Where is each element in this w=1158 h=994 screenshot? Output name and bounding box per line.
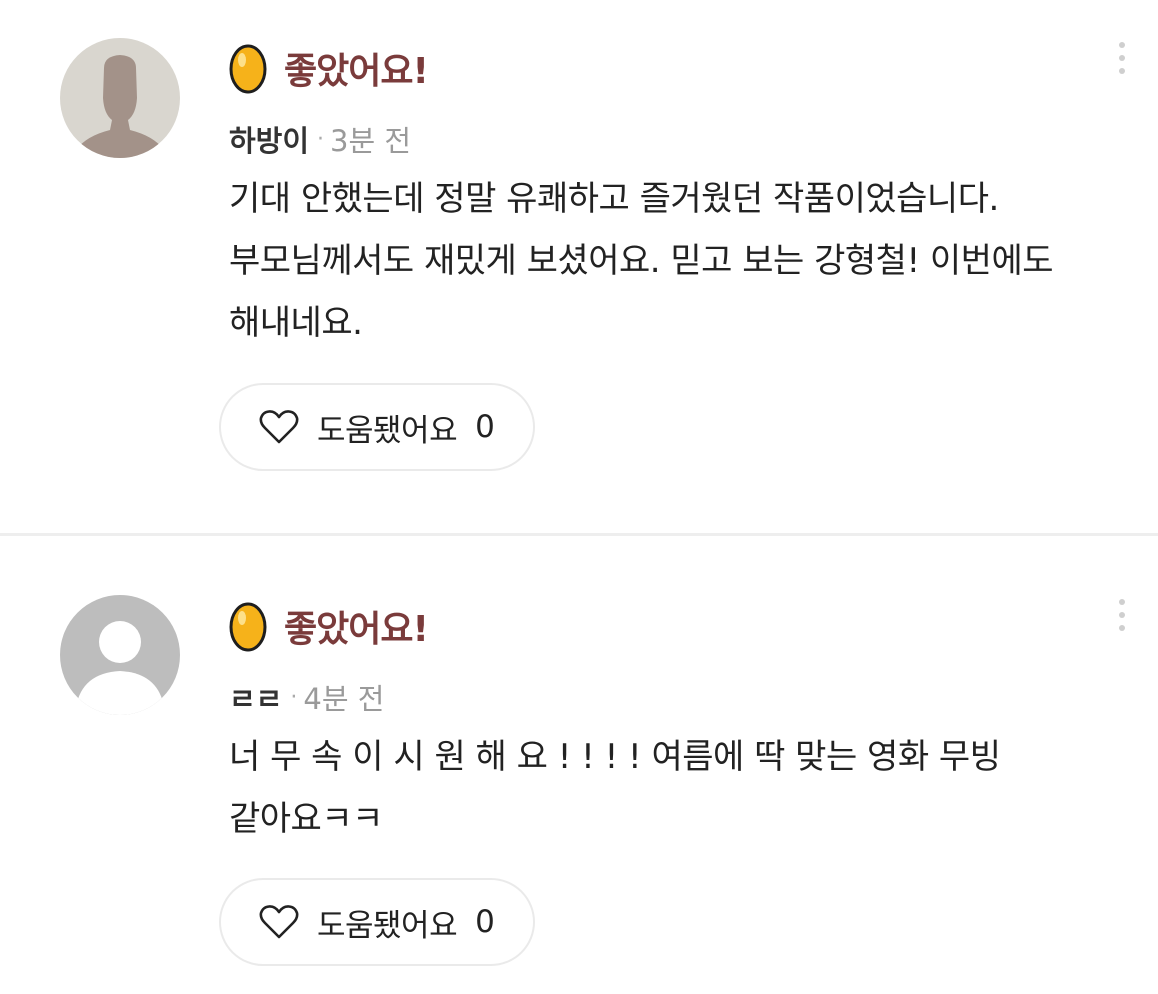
review-text: 기대 안했는데 정말 유쾌하고 즐거웠던 작품이었습니다. 부모님께서도 재밌게…: [229, 179, 1054, 343]
helpful-count: 0: [475, 904, 495, 940]
more-vertical-icon: [1119, 612, 1125, 618]
more-vertical-icon: [1119, 42, 1125, 48]
author-name[interactable]: ㄹㄹ: [229, 676, 282, 718]
default-avatar-icon: [60, 595, 180, 715]
rating-label: 좋았어요!: [284, 51, 429, 92]
author-name[interactable]: 하방이: [229, 118, 309, 160]
helpful-button[interactable]: 도움됐어요 0: [219, 878, 535, 966]
time-ago: 3분 전: [330, 124, 412, 158]
golden-egg-icon: [229, 602, 267, 652]
helpful-label: 도움됐어요: [317, 412, 458, 449]
golden-egg-icon: [229, 44, 267, 94]
meta-separator: ·: [317, 126, 325, 152]
rating: 좋았어요!: [228, 598, 429, 654]
rating-label: 좋았어요!: [284, 609, 429, 650]
more-vertical-icon: [1119, 68, 1125, 74]
helpful-count: 0: [475, 409, 495, 445]
rating: 좋았어요!: [228, 40, 429, 96]
helpful-button[interactable]: 도움됐어요 0: [219, 383, 535, 471]
avatar-silhouette-icon: [60, 38, 180, 158]
user-avatar[interactable]: [60, 38, 180, 158]
review-item: 좋았어요! 하방이 · 3분 전 기대 안했는데 정말 유쾌하고 즐거웠던 작품…: [0, 0, 1158, 534]
more-vertical-icon: [1119, 55, 1125, 61]
heart-icon: [259, 905, 299, 939]
review-meta: ㄹㄹ · 4분 전: [229, 677, 384, 717]
user-avatar[interactable]: [60, 595, 180, 715]
more-vertical-icon: [1119, 599, 1125, 605]
more-options-button[interactable]: [1104, 593, 1140, 637]
review-item: 좋았어요! ㄹㄹ · 4분 전 너 무 속 이 시 원 해 요 ! ! ! ! …: [0, 536, 1158, 994]
helpful-label: 도움됐어요: [317, 907, 458, 944]
more-vertical-icon: [1119, 625, 1125, 631]
time-ago: 4분 전: [303, 682, 385, 716]
meta-separator: ·: [290, 684, 298, 710]
review-text: 너 무 속 이 시 원 해 요 ! ! ! ! 여름에 딱 맞는 영화 무빙 같…: [229, 737, 1001, 839]
review-meta: 하방이 · 3분 전: [229, 119, 411, 159]
heart-icon: [259, 410, 299, 444]
more-options-button[interactable]: [1104, 36, 1140, 80]
